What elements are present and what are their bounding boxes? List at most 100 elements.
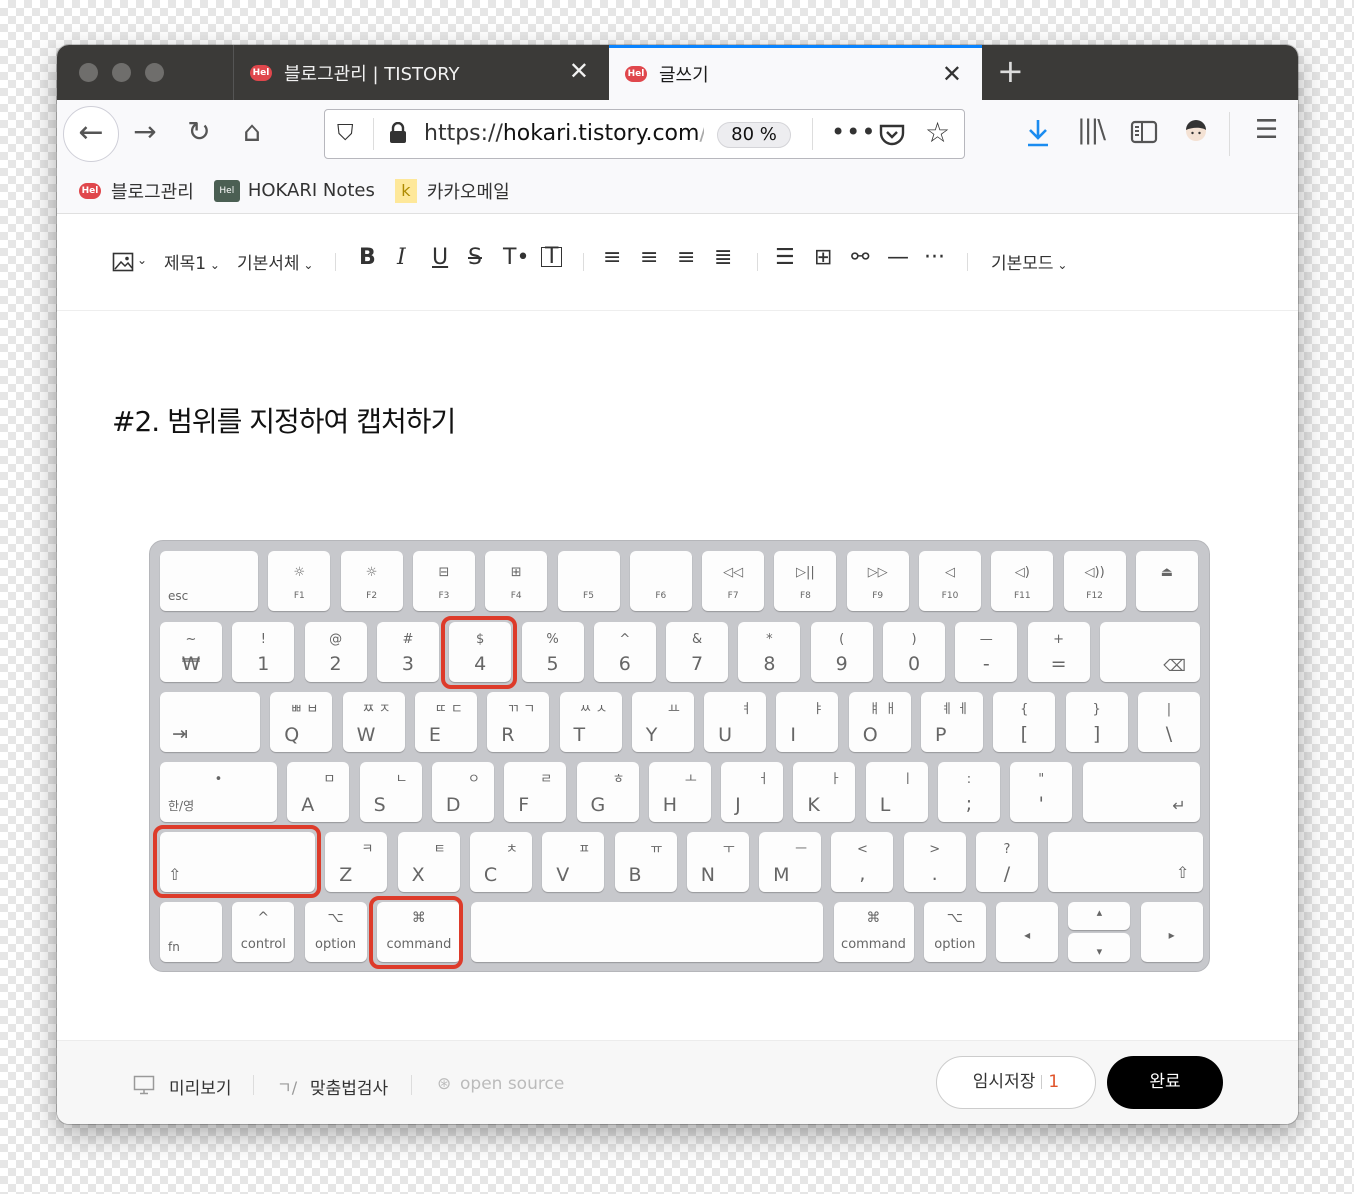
- draft-count: 1: [1048, 1072, 1060, 1092]
- bookmark-star-icon[interactable]: ☆: [925, 116, 950, 149]
- zoom-window-button[interactable]: [145, 63, 164, 82]
- key-label: ▾: [1096, 945, 1103, 958]
- account-avatar-icon[interactable]: [1182, 118, 1210, 146]
- new-tab-plus-icon[interactable]: +: [997, 55, 1024, 87]
- key-shift-label: {: [1020, 702, 1029, 717]
- close-tab-icon[interactable]: ✕: [569, 59, 589, 83]
- key-h: ㅗH: [648, 762, 711, 822]
- key-icon: ◁: [945, 565, 955, 580]
- key-label: -: [982, 653, 990, 675]
- pocket-icon[interactable]: [878, 121, 906, 149]
- key-icon: ⊟: [438, 565, 450, 580]
- insert-image-icon[interactable]: [112, 251, 134, 273]
- bold-icon[interactable]: B: [359, 245, 376, 270]
- horizontal-line-icon[interactable]: —: [887, 245, 909, 270]
- minimize-window-button[interactable]: [112, 63, 131, 82]
- lock-icon[interactable]: [387, 122, 409, 144]
- key-c: ㅊC: [469, 832, 532, 892]
- heading-select[interactable]: 제목1 ⌄: [164, 249, 220, 274]
- monitor-icon: [133, 1075, 155, 1095]
- key-shift-label: (: [839, 632, 845, 647]
- text-background-icon[interactable]: T: [541, 246, 563, 268]
- key-hangul-label: ㅠ: [650, 842, 663, 857]
- key-shift-label: @: [329, 632, 343, 647]
- publish-done-button[interactable]: 완료: [1107, 1056, 1223, 1109]
- align-center-icon[interactable]: ≡: [640, 245, 658, 270]
- key-shift-label: !: [260, 632, 266, 647]
- key-hangul-label: ㅖ ㅔ: [940, 702, 969, 717]
- zoom-level-badge[interactable]: 80 %: [717, 122, 791, 148]
- tracking-shield-icon[interactable]: ⛉: [337, 121, 354, 146]
- editor-toolbar: ⌄ 제목1 ⌄ 기본서체 ⌄ B I U S T• T ≡ ≡ ≡ ≣ ☰ ⊞ …: [57, 215, 1298, 311]
- align-justify-icon[interactable]: ≣: [714, 245, 732, 270]
- sidebar-icon[interactable]: [1130, 120, 1158, 144]
- opensource-link[interactable]: open source: [460, 1074, 564, 1094]
- align-left-icon[interactable]: ≡: [603, 245, 621, 270]
- bullet-list-icon[interactable]: ☰: [775, 245, 795, 270]
- download-icon[interactable]: [1025, 118, 1051, 148]
- key-label: J: [735, 794, 741, 816]
- key-shift-label: *: [766, 632, 773, 647]
- table-icon[interactable]: ⊞: [814, 245, 832, 270]
- key-label: P: [935, 724, 947, 746]
- library-icon[interactable]: |||\: [1077, 115, 1106, 145]
- bookmark-blog-admin[interactable]: Hel 블로그관리: [79, 178, 194, 204]
- underline-icon[interactable]: U: [432, 245, 448, 270]
- bookmark-hokari-notes[interactable]: Hel HOKARI Notes: [213, 179, 375, 202]
- key-a: ㅁA: [287, 762, 350, 822]
- close-window-button[interactable]: [79, 63, 98, 82]
- more-options-icon[interactable]: ···: [924, 245, 945, 270]
- key-label: 한/영: [168, 799, 195, 813]
- mode-select-value: 기본모드: [991, 254, 1054, 274]
- url-text[interactable]: https://hokari.tistory.com/m: [424, 121, 704, 146]
- key-hangul-label: ㅛ: [667, 702, 680, 717]
- link-icon[interactable]: ⚯: [851, 245, 869, 270]
- key-hangul-label: ㅓ: [757, 772, 770, 787]
- close-tab-icon[interactable]: ✕: [942, 62, 962, 86]
- key-shift-label: #: [402, 632, 414, 647]
- chevron-down-icon[interactable]: ⌄: [137, 253, 147, 267]
- key-control: ^ control: [232, 902, 295, 962]
- save-draft-button[interactable]: 임시저장 1: [936, 1056, 1096, 1109]
- key-hangul-label: ㅒ ㅐ: [868, 702, 897, 717]
- post-heading[interactable]: #2. 범위를 지정하여 캡처하기: [112, 400, 456, 440]
- key-shift-label: •: [214, 772, 223, 787]
- key-label: O: [862, 724, 878, 746]
- key-y: ㅛY: [631, 692, 694, 752]
- align-right-icon[interactable]: ≡: [677, 245, 695, 270]
- editor-footer: 미리보기 ㄱ/ 맞춤법검사 ⊛ open source 임시저장 1 완료: [57, 1040, 1298, 1124]
- italic-icon[interactable]: I: [397, 245, 406, 270]
- mode-select[interactable]: 기본모드 ⌄: [991, 249, 1067, 274]
- key-shift-label: >: [929, 842, 941, 857]
- hamburger-menu-icon[interactable]: ☰: [1255, 115, 1278, 145]
- key-hangul-label: ㅜ: [722, 842, 735, 857]
- key-2: @2: [304, 622, 367, 682]
- key-fn: fn: [160, 902, 222, 962]
- url-bar[interactable]: ⛉ https://hokari.tistory.com/m 80 % ••• …: [324, 109, 965, 159]
- tab-blog-admin[interactable]: Hel 블로그관리 | TISTORY ✕: [233, 45, 609, 100]
- bookmark-kakao-mail[interactable]: k 카카오메일: [394, 178, 510, 204]
- key-arrow-down: ▾: [1068, 933, 1131, 962]
- footer-divider: [411, 1075, 412, 1095]
- home-icon[interactable]: ⌂: [232, 114, 272, 150]
- key-label: F11: [1013, 591, 1031, 601]
- font-select[interactable]: 기본서체 ⌄: [237, 249, 313, 274]
- back-arrow-icon[interactable]: ←: [63, 106, 119, 162]
- key-label: X: [411, 864, 425, 886]
- key-label: 0: [907, 653, 921, 675]
- key-label: 3: [401, 653, 414, 675]
- key-shift-label: }: [1092, 702, 1101, 717]
- key-sym8: <,: [831, 832, 894, 892]
- page-actions-icon[interactable]: •••: [831, 118, 876, 146]
- key-label: 2: [329, 653, 342, 675]
- forward-arrow-icon[interactable]: →: [125, 114, 165, 150]
- tab-write[interactable]: Hel 글쓰기 ✕: [609, 45, 982, 100]
- spellcheck-button[interactable]: 맞춤법검사: [310, 1074, 388, 1099]
- strikethrough-icon[interactable]: S: [468, 245, 482, 270]
- key-label: control: [240, 937, 286, 952]
- reload-icon[interactable]: ↻: [179, 114, 219, 150]
- keyboard-image[interactable]: esc ☼ F1 ☼ F2 ⊟ F3 ⊞ F4 F5 F6 ◁◁ F7 ▷|| F8 ▷▷ F9 ◁ F10 ◁) F1…: [149, 540, 1210, 972]
- preview-button[interactable]: 미리보기: [169, 1074, 232, 1099]
- text-color-icon[interactable]: T•: [503, 245, 529, 270]
- chevron-down-icon: ⌄: [1053, 258, 1068, 272]
